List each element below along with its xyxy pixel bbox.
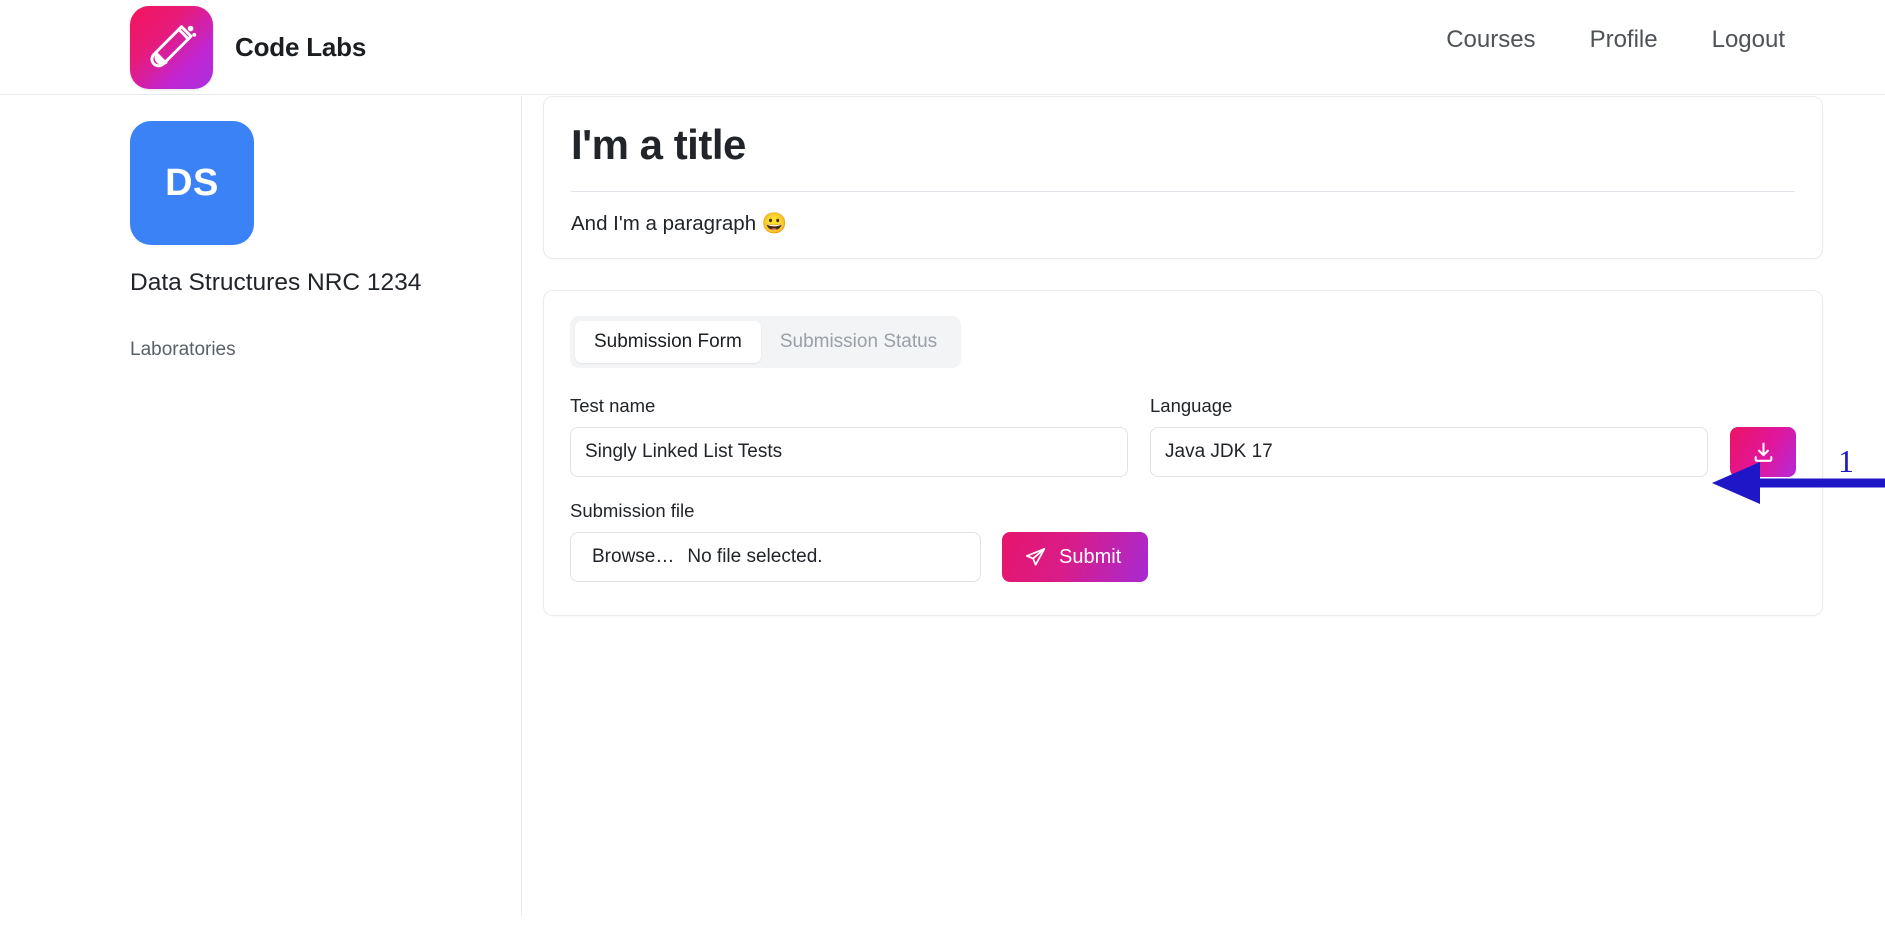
test-name-field: Test name xyxy=(570,395,1128,478)
form-row-primary: Test name Language xyxy=(570,395,1796,478)
download-button[interactable] xyxy=(1730,427,1796,478)
page-title: I'm a title xyxy=(571,121,746,168)
browse-button[interactable]: Browse… xyxy=(592,546,674,568)
language-input[interactable] xyxy=(1150,427,1708,478)
language-label: Language xyxy=(1150,395,1233,417)
course-avatar[interactable]: DS xyxy=(130,121,254,245)
submission-file-label: Submission file xyxy=(570,500,695,522)
tab-submission-form[interactable]: Submission Form xyxy=(575,321,761,364)
sidebar: DS Data Structures NRC 1234 Laboratories xyxy=(0,96,522,916)
nav-link-logout[interactable]: Logout xyxy=(1712,26,1785,54)
tab-submission-status[interactable]: Submission Status xyxy=(761,321,956,363)
app-logo xyxy=(130,6,213,89)
app-root: Code Labs Courses Profile Logout DS Data… xyxy=(0,0,1885,931)
annotation-number-1: 1 xyxy=(1838,443,1854,479)
title-divider xyxy=(571,191,1795,193)
submission-tabs: Submission Form Submission Status xyxy=(570,316,962,369)
submission-file-row: Submission file Browse… No file selected… xyxy=(570,500,1796,583)
download-icon xyxy=(1751,440,1776,465)
file-input[interactable]: Browse… No file selected. xyxy=(570,532,981,583)
nav-link-profile[interactable]: Profile xyxy=(1590,26,1658,54)
top-header: Code Labs Courses Profile Logout xyxy=(0,0,1885,95)
intro-card: I'm a title And I'm a paragraph 😀 xyxy=(543,96,1823,260)
paper-plane-icon xyxy=(1024,546,1047,569)
file-line: Browse… No file selected. Submit xyxy=(570,532,1796,583)
intro-paragraph: And I'm a paragraph 😀 xyxy=(571,212,788,236)
test-name-input[interactable] xyxy=(570,427,1128,478)
submit-button[interactable]: Submit xyxy=(1002,532,1149,583)
main-nav: Courses Profile Logout xyxy=(1446,26,1785,54)
submission-card: Submission Form Submission Status Test n… xyxy=(543,290,1823,617)
sidebar-nav: Laboratories xyxy=(130,339,521,361)
brand-name: Code Labs xyxy=(235,32,367,62)
test-tube-icon xyxy=(143,19,201,77)
language-field: Language xyxy=(1150,395,1708,478)
test-name-label: Test name xyxy=(570,395,656,417)
brand[interactable]: Code Labs xyxy=(130,6,366,89)
sidebar-item-laboratories[interactable]: Laboratories xyxy=(130,339,236,361)
file-status-text: No file selected. xyxy=(687,546,823,568)
course-title: Data Structures NRC 1234 xyxy=(130,269,422,296)
submit-button-label: Submit xyxy=(1059,545,1122,568)
course-initials: DS xyxy=(165,161,219,204)
main-content: I'm a title And I'm a paragraph 😀 Submis… xyxy=(543,96,1823,617)
nav-link-courses[interactable]: Courses xyxy=(1446,26,1535,54)
